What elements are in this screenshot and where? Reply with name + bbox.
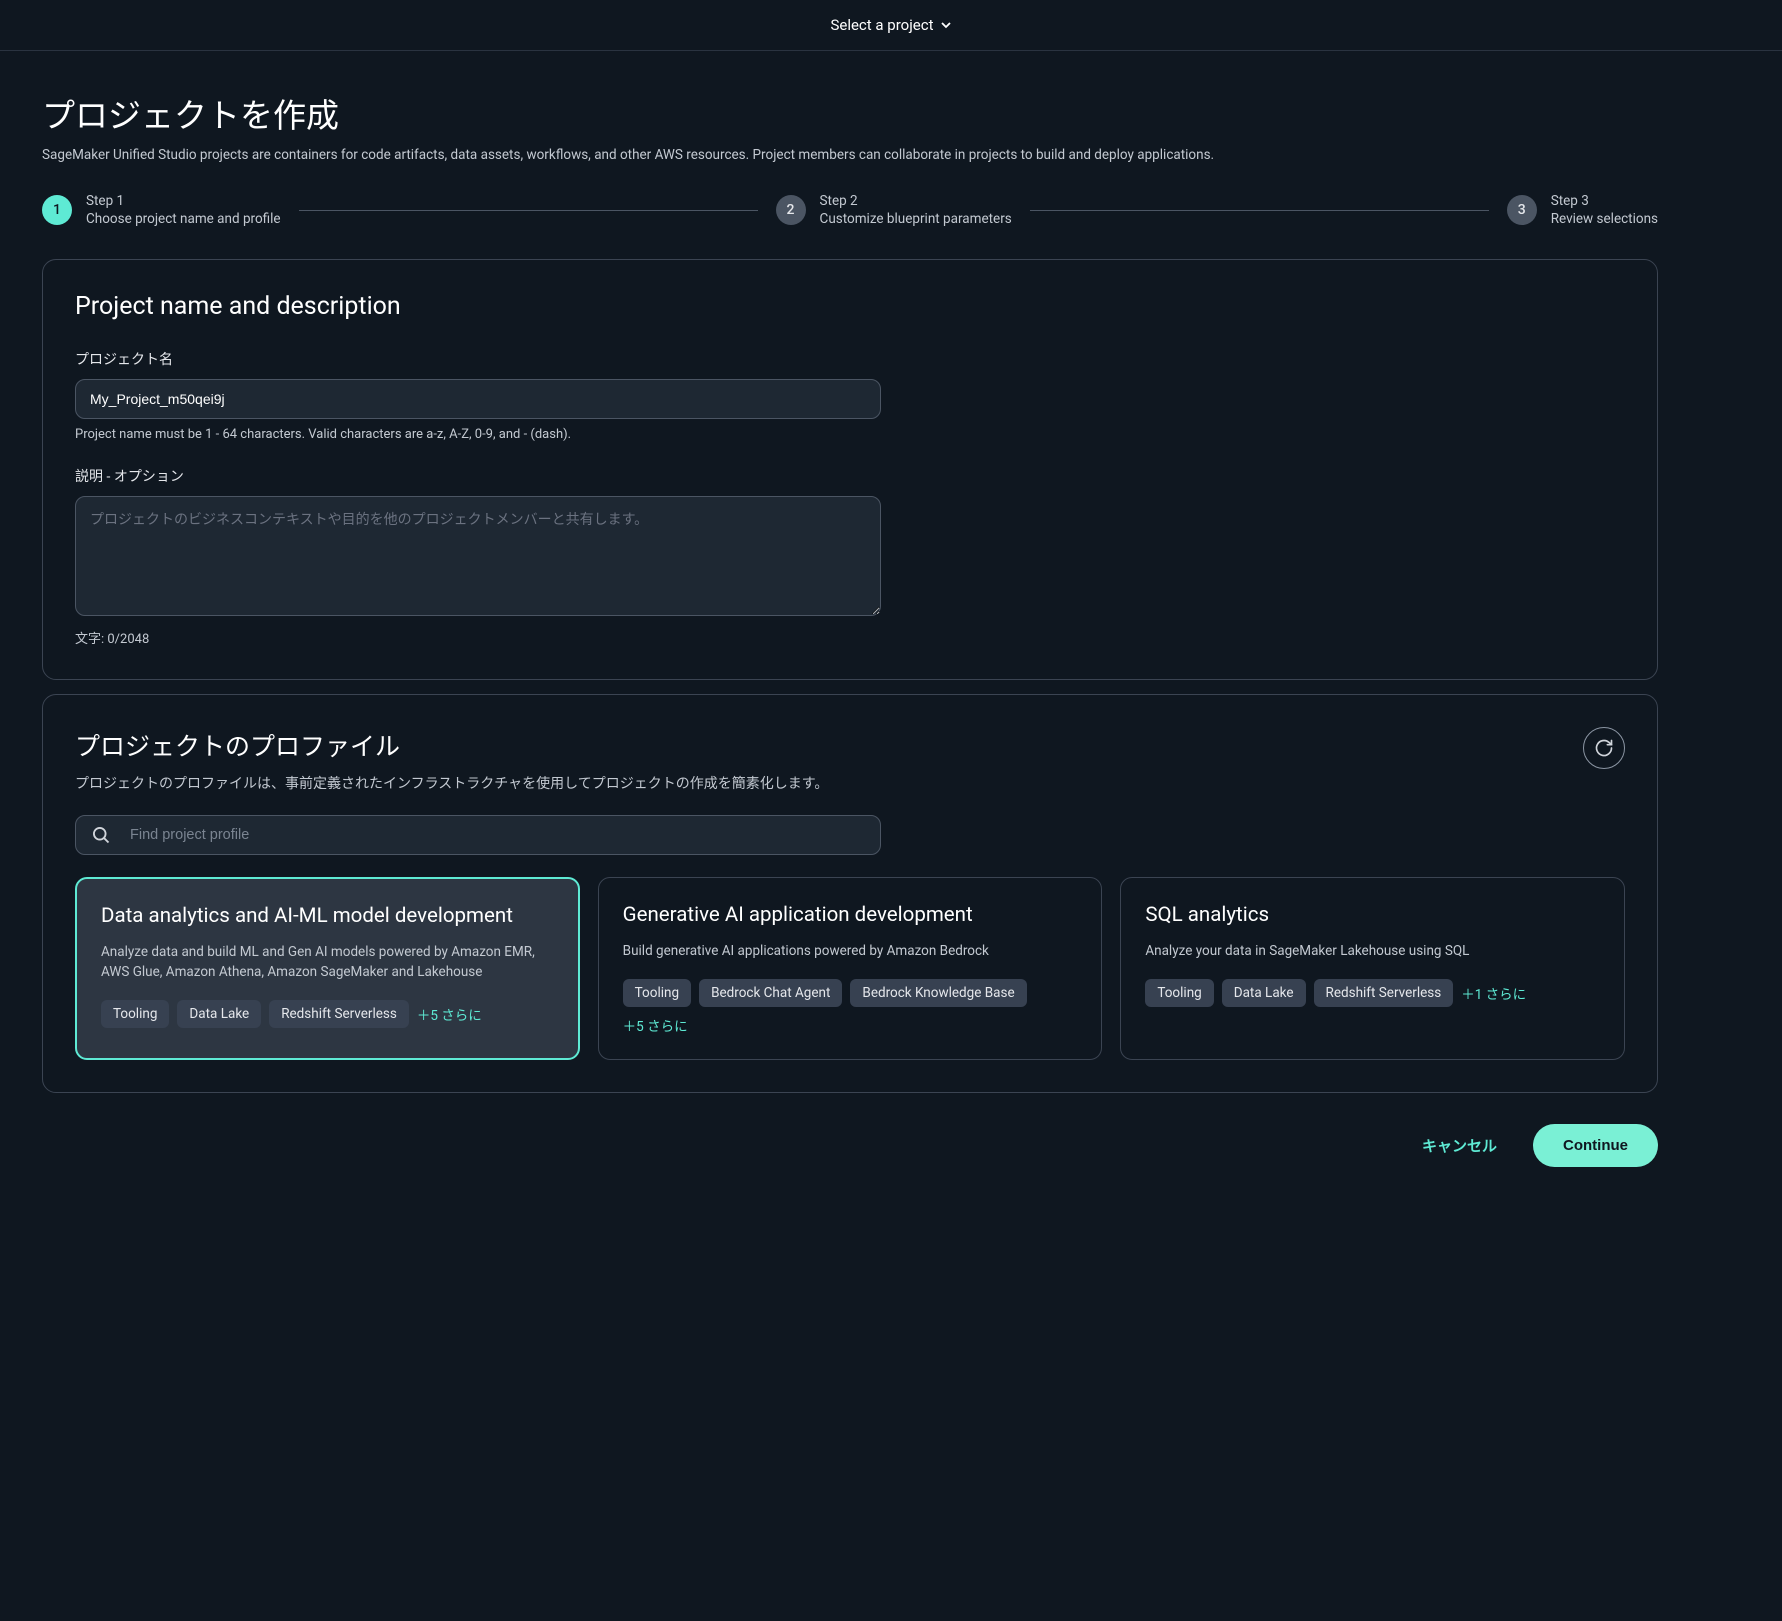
profile-more-link[interactable]: ＋5 さらに	[623, 1015, 688, 1035]
chevron-down-icon	[940, 19, 952, 31]
project-selector-label: Select a project	[830, 16, 933, 34]
project-selector-dropdown[interactable]: Select a project	[830, 16, 951, 34]
profile-tag: Tooling	[1145, 979, 1213, 1007]
step-1[interactable]: 1 Step 1 Choose project name and profile	[42, 193, 281, 227]
page-subtitle: SageMaker Unified Studio projects are co…	[42, 147, 1658, 163]
project-name-hint: Project name must be 1 - 64 characters. …	[75, 427, 1625, 442]
search-icon	[91, 825, 111, 845]
project-desc-label: 説明 - オプション	[75, 466, 1625, 486]
project-name-input[interactable]	[75, 379, 881, 419]
step-2-desc: Customize blueprint parameters	[820, 211, 1012, 227]
profile-card-title: SQL analytics	[1145, 902, 1600, 929]
profile-card-desc: Analyze your data in SageMaker Lakehouse…	[1145, 941, 1600, 961]
step-3-desc: Review selections	[1551, 211, 1658, 227]
profile-section-subtitle: プロジェクトのプロファイルは、事前定義されたインフラストラクチャを使用してプロジ…	[75, 773, 1625, 793]
profile-tag: Redshift Serverless	[1314, 979, 1454, 1007]
profile-tag: Data Lake	[177, 1000, 261, 1028]
project-name-label: プロジェクト名	[75, 349, 1625, 369]
profile-tag: Bedrock Knowledge Base	[850, 979, 1026, 1007]
char-count: 文字: 0/2048	[75, 628, 1625, 647]
profile-tag: Tooling	[101, 1000, 169, 1028]
profile-card-desc: Analyze data and build ML and Gen AI mod…	[101, 942, 554, 983]
step-2-circle: 2	[776, 195, 806, 225]
profile-card-title: Generative AI application development	[623, 902, 1078, 929]
name-description-panel: Project name and description プロジェクト名 Pro…	[42, 259, 1658, 680]
profile-card-title: Data analytics and AI-ML model developme…	[101, 903, 554, 930]
step-connector	[299, 210, 758, 211]
step-connector	[1030, 210, 1489, 211]
step-1-label: Step 1	[86, 193, 281, 209]
profile-section-heading: プロジェクトのプロファイル	[75, 727, 400, 763]
step-1-circle: 1	[42, 195, 72, 225]
wizard-stepper: 1 Step 1 Choose project name and profile…	[42, 193, 1658, 227]
page-title: プロジェクトを作成	[42, 89, 1658, 137]
profile-card[interactable]: Generative AI application development Bu…	[598, 877, 1103, 1060]
step-3-circle: 3	[1507, 195, 1537, 225]
project-desc-textarea[interactable]	[75, 496, 881, 616]
step-3[interactable]: 3 Step 3 Review selections	[1507, 193, 1658, 227]
step-2[interactable]: 2 Step 2 Customize blueprint parameters	[776, 193, 1012, 227]
refresh-icon	[1594, 738, 1614, 758]
profile-tag: Data Lake	[1222, 979, 1306, 1007]
step-3-label: Step 3	[1551, 193, 1658, 209]
project-profile-panel: プロジェクトのプロファイル プロジェクトのプロファイルは、事前定義されたインフラ…	[42, 694, 1658, 1093]
profile-more-link[interactable]: ＋5 さらに	[417, 1004, 482, 1024]
refresh-button[interactable]	[1583, 727, 1625, 769]
profile-tag: Tooling	[623, 979, 691, 1007]
profile-tag: Bedrock Chat Agent	[699, 979, 842, 1007]
profile-card[interactable]: Data analytics and AI-ML model developme…	[75, 877, 580, 1060]
profile-more-link[interactable]: ＋1 さらに	[1461, 983, 1526, 1003]
profile-card-desc: Build generative AI applications powered…	[623, 941, 1078, 961]
continue-button[interactable]: Continue	[1533, 1124, 1658, 1167]
profile-search-input[interactable]	[75, 815, 881, 855]
profile-tag: Redshift Serverless	[269, 1000, 409, 1028]
name-section-heading: Project name and description	[75, 292, 1625, 321]
step-2-label: Step 2	[820, 193, 1012, 209]
cancel-button[interactable]: キャンセル	[1404, 1123, 1515, 1168]
step-1-desc: Choose project name and profile	[86, 211, 281, 227]
profile-card[interactable]: SQL analytics Analyze your data in SageM…	[1120, 877, 1625, 1060]
